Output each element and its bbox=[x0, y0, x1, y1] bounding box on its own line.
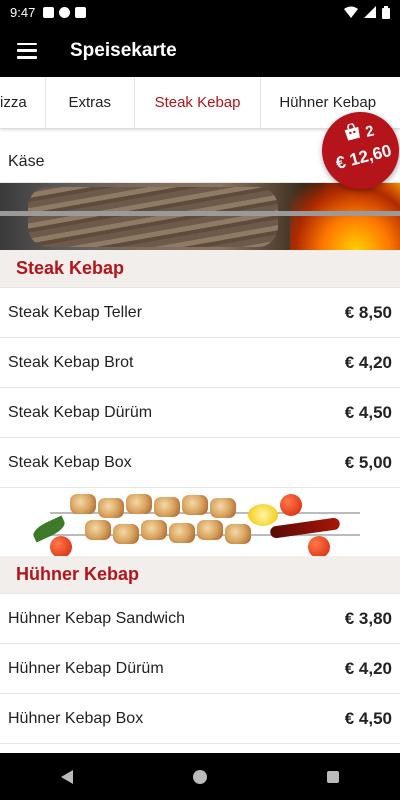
list-item[interactable]: Steak Kebap Dürüm € 4,50 bbox=[0, 388, 400, 438]
item-name: Steak Kebap Brot bbox=[8, 353, 134, 371]
section-title-huehner-kebap: Hühner Kebap bbox=[0, 556, 400, 594]
sd-card-icon bbox=[75, 6, 87, 18]
system-nav-bar bbox=[0, 753, 400, 800]
cart-count: 2 bbox=[363, 122, 376, 141]
hamburger-menu-icon[interactable] bbox=[17, 42, 37, 59]
list-item[interactable]: Hühner Kebap Box € 4,50 bbox=[0, 694, 400, 744]
list-item[interactable]: Steak Kebap Teller € 8,50 bbox=[0, 288, 400, 338]
section-title-steak-kebap: Steak Kebap bbox=[0, 250, 400, 288]
item-name: Steak Kebap Dürüm bbox=[8, 403, 153, 421]
item-name: Hühner Kebap Dürüm bbox=[8, 659, 164, 677]
recent-apps-icon bbox=[327, 770, 340, 783]
home-icon bbox=[192, 769, 207, 784]
item-name: Steak Kebap Box bbox=[8, 453, 132, 471]
tab-pizza[interactable]: izza bbox=[0, 77, 46, 128]
steak-kebap-image bbox=[0, 183, 400, 250]
tab-extras[interactable]: Extras bbox=[46, 77, 135, 128]
item-price: € 4,20 bbox=[344, 658, 392, 678]
shopping-bag-icon bbox=[344, 122, 360, 141]
huehner-kebap-image bbox=[0, 488, 400, 556]
list-item[interactable]: Hühner Kebap Dürüm € 4,20 bbox=[0, 644, 400, 694]
item-price: € 5,00 bbox=[344, 452, 392, 472]
item-name: Steak Kebap Teller bbox=[8, 303, 143, 321]
tab-steak-kebap[interactable]: Steak Kebap bbox=[135, 77, 262, 128]
list-item[interactable]: Steak Kebap Brot € 4,20 bbox=[0, 338, 400, 388]
list-item-partial[interactable] bbox=[0, 744, 400, 753]
item-price: € 4,50 bbox=[344, 402, 392, 422]
item-price: € 8,50 bbox=[344, 302, 392, 322]
list-item[interactable]: Steak Kebap Box € 5,00 bbox=[0, 438, 400, 488]
app-notification-icon bbox=[59, 6, 71, 18]
recent-apps-button[interactable] bbox=[313, 757, 353, 797]
app-bar: Speisekarte bbox=[0, 24, 400, 77]
item-price: € 3,80 bbox=[344, 608, 392, 628]
item-name: Hühner Kebap Sandwich bbox=[8, 609, 186, 627]
page-title: Speisekarte bbox=[70, 39, 177, 61]
menu-list[interactable]: Käse Steak Kebap Steak Kebap Teller € 8,… bbox=[0, 129, 400, 753]
back-button[interactable] bbox=[47, 757, 87, 797]
list-item[interactable]: Hühner Kebap Sandwich € 3,80 bbox=[0, 594, 400, 644]
item-price: € 4,20 bbox=[344, 352, 392, 372]
status-bar: 9:47 bbox=[0, 0, 400, 24]
status-time: 9:47 bbox=[10, 4, 36, 20]
item-name: Hühner Kebap Box bbox=[8, 709, 144, 727]
cart-total: € 12,60 bbox=[333, 140, 394, 174]
signal-icon bbox=[364, 6, 376, 18]
message-icon bbox=[43, 6, 55, 18]
battery-icon bbox=[382, 5, 390, 19]
item-name: Käse bbox=[8, 152, 45, 170]
wifi-icon bbox=[344, 6, 358, 18]
home-button[interactable] bbox=[180, 757, 220, 797]
back-icon bbox=[60, 769, 73, 784]
item-price: € 4,50 bbox=[344, 708, 392, 728]
